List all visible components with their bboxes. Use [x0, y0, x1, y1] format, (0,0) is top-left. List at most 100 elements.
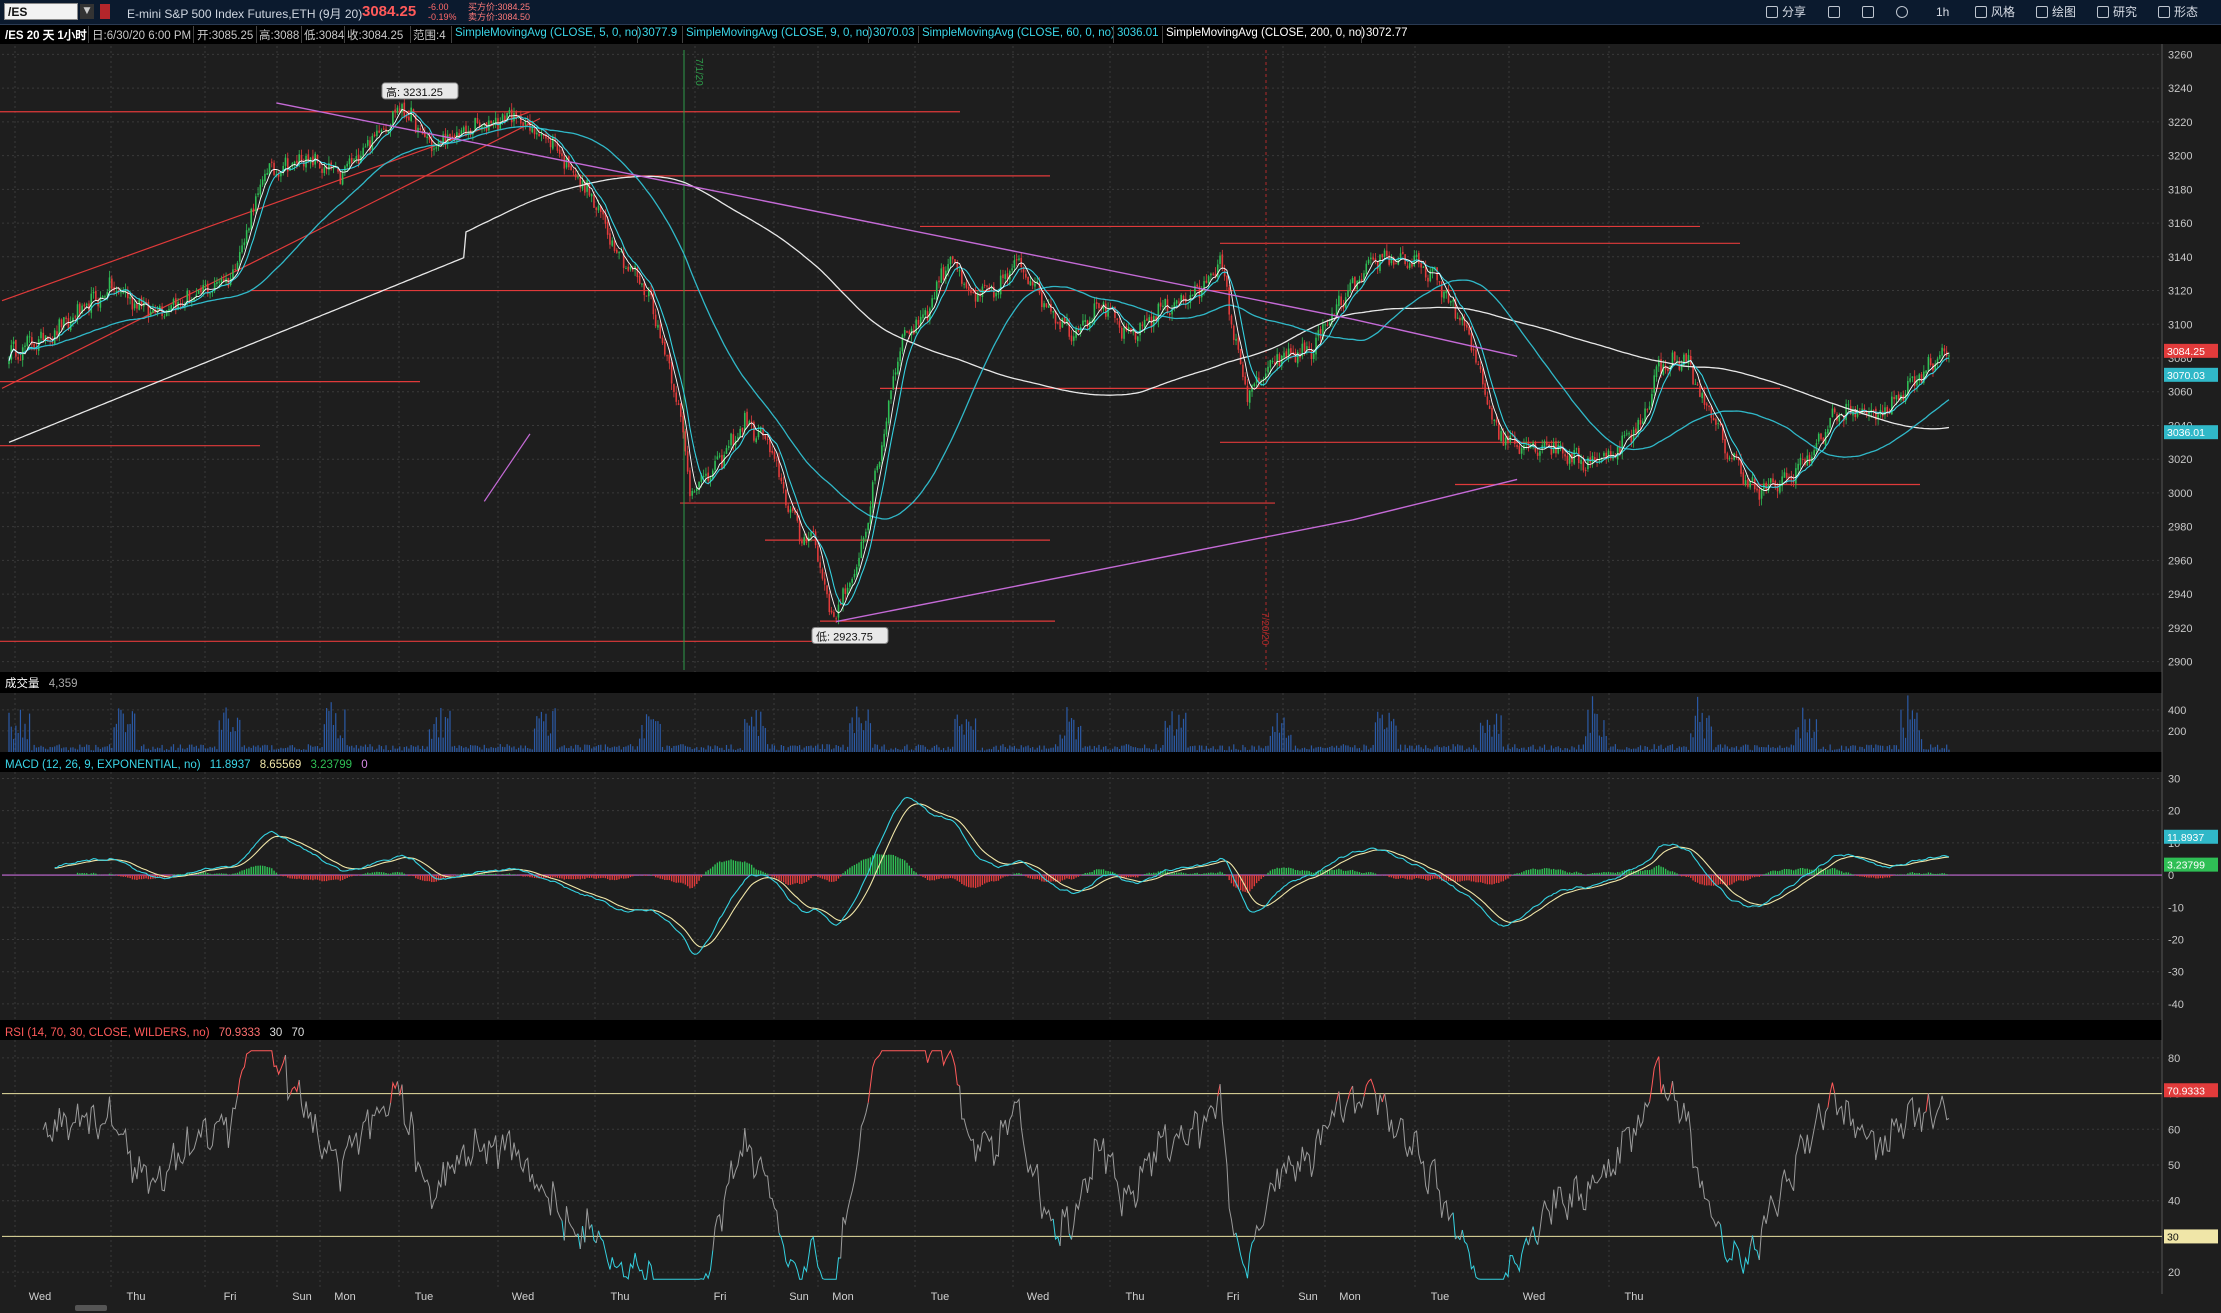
- macd-histogram-bar: [748, 863, 751, 876]
- macd-histogram-bar: [1925, 873, 1927, 876]
- candle-body: [508, 109, 511, 114]
- volume-bar: [1786, 746, 1788, 752]
- volume-bar: [1171, 711, 1173, 752]
- volume-panel-label[interactable]: 成交量 4,359: [5, 675, 77, 691]
- volume-bar: [389, 750, 392, 752]
- horizontal-scrollbar[interactable]: [75, 1305, 107, 1311]
- volume-bar: [760, 711, 762, 752]
- volume-bar: [819, 748, 821, 752]
- volume-bar: [76, 749, 79, 752]
- volume-bar: [282, 748, 284, 752]
- candle-body: [1482, 368, 1484, 385]
- volume-bar: [1109, 750, 1111, 752]
- candle-body: [364, 146, 367, 148]
- candle-body: [679, 403, 682, 417]
- volume-bar: [474, 745, 476, 752]
- macd-histogram-bar: [1137, 875, 1139, 878]
- macd-histogram-bar: [581, 875, 584, 879]
- macd-histogram-bar: [999, 875, 1002, 879]
- volume-bar: [1166, 727, 1169, 752]
- candle-body: [536, 132, 538, 135]
- candle-body: [1623, 435, 1626, 437]
- volume-bar: [931, 747, 933, 752]
- candle-body: [947, 264, 949, 272]
- volume-bar: [892, 749, 894, 752]
- volume-bar: [1036, 747, 1038, 752]
- candle-body: [983, 284, 986, 286]
- volume-bar: [1776, 747, 1779, 752]
- volume-bar: [559, 747, 561, 752]
- candle-body: [1701, 393, 1703, 399]
- macd-histogram-bar: [798, 875, 801, 884]
- x-tick-label: Sun: [292, 1291, 312, 1303]
- volume-bar: [1205, 745, 1207, 752]
- macd-histogram-bar: [1466, 875, 1468, 881]
- macd-histogram-bar: [266, 866, 268, 876]
- volume-bar: [460, 746, 463, 752]
- macd-histogram-bar: [773, 875, 776, 878]
- x-tick-label: Sun: [789, 1291, 809, 1303]
- macd-histogram-bar: [796, 875, 799, 883]
- volume-bar: [1290, 734, 1292, 752]
- macd-histogram-bar: [712, 866, 714, 876]
- volume-bar: [851, 717, 853, 752]
- candle-body: [1098, 303, 1100, 309]
- volume-bar: [1415, 745, 1418, 752]
- candle-body: [1162, 305, 1164, 307]
- macd-histogram-bar: [1132, 875, 1134, 877]
- macd-histogram-bar: [689, 875, 691, 889]
- volume-bar: [629, 744, 632, 752]
- volume-bar: [1356, 748, 1358, 752]
- macd-histogram-bar: [367, 872, 369, 876]
- macd-histogram-bar: [1267, 872, 1269, 876]
- volume-bar: [472, 745, 474, 752]
- volume-bar: [1509, 749, 1511, 752]
- volume-bar: [51, 747, 54, 752]
- volume-bar: [497, 746, 499, 752]
- volume-bar: [218, 720, 220, 752]
- macd-histogram-bar: [570, 875, 572, 880]
- volume-bar: [1148, 748, 1150, 752]
- macd-histogram-bar: [1434, 875, 1436, 879]
- volume-bar: [719, 747, 721, 752]
- volume-bar: [1233, 744, 1235, 752]
- volume-bar: [499, 744, 501, 752]
- volume-bar: [1137, 748, 1139, 752]
- x-tick-label: Wed: [1027, 1291, 1049, 1303]
- volume-bar: [1603, 720, 1605, 752]
- volume-bar: [1457, 744, 1459, 752]
- candle-body: [890, 390, 892, 400]
- candle-body: [716, 456, 719, 460]
- volume-bar: [1399, 744, 1402, 752]
- candle-body: [878, 462, 881, 467]
- macd-histogram-bar: [894, 856, 897, 876]
- macd-histogram-bar: [983, 875, 986, 884]
- macd-histogram-bar: [1692, 875, 1694, 881]
- candle-body: [348, 158, 351, 165]
- volume-bar: [1208, 748, 1210, 752]
- volume-bar: [1022, 747, 1025, 752]
- candle-body: [1520, 448, 1523, 454]
- y-tick-label: 3160: [2168, 218, 2192, 230]
- chart-canvas[interactable]: Wed Thu Fri Sun Mon Tue Wed Thu Fri Sun Mon Tue Wed T…: [0, 0, 2221, 1313]
- volume-bar: [1463, 750, 1466, 752]
- macd-histogram-bar: [785, 875, 787, 884]
- volume-bar: [56, 745, 58, 752]
- volume-bar: [986, 749, 988, 752]
- macd-histogram-bar: [1728, 875, 1731, 886]
- macd-histogram-bar: [1452, 875, 1454, 881]
- volume-bar: [1162, 744, 1164, 752]
- macd-histogram-bar: [954, 875, 956, 880]
- macd-histogram-bar: [670, 875, 673, 882]
- volume-bar: [271, 745, 273, 752]
- macd-panel-label[interactable]: MACD (12, 26, 9, EXPONENTIAL, no) 11.893…: [5, 759, 368, 771]
- macd-histogram-bar: [613, 875, 616, 881]
- rsi-panel-label[interactable]: RSI (14, 70, 30, CLOSE, WILDERS, no) 70.…: [5, 1027, 304, 1039]
- macd-histogram-bar: [716, 862, 719, 876]
- volume-bar: [913, 750, 915, 752]
- macd-histogram-bar: [990, 875, 993, 882]
- candle-body: [641, 283, 643, 285]
- macd-histogram-bar: [1504, 875, 1507, 880]
- candle-body: [227, 277, 230, 287]
- volume-bar: [1886, 746, 1888, 752]
